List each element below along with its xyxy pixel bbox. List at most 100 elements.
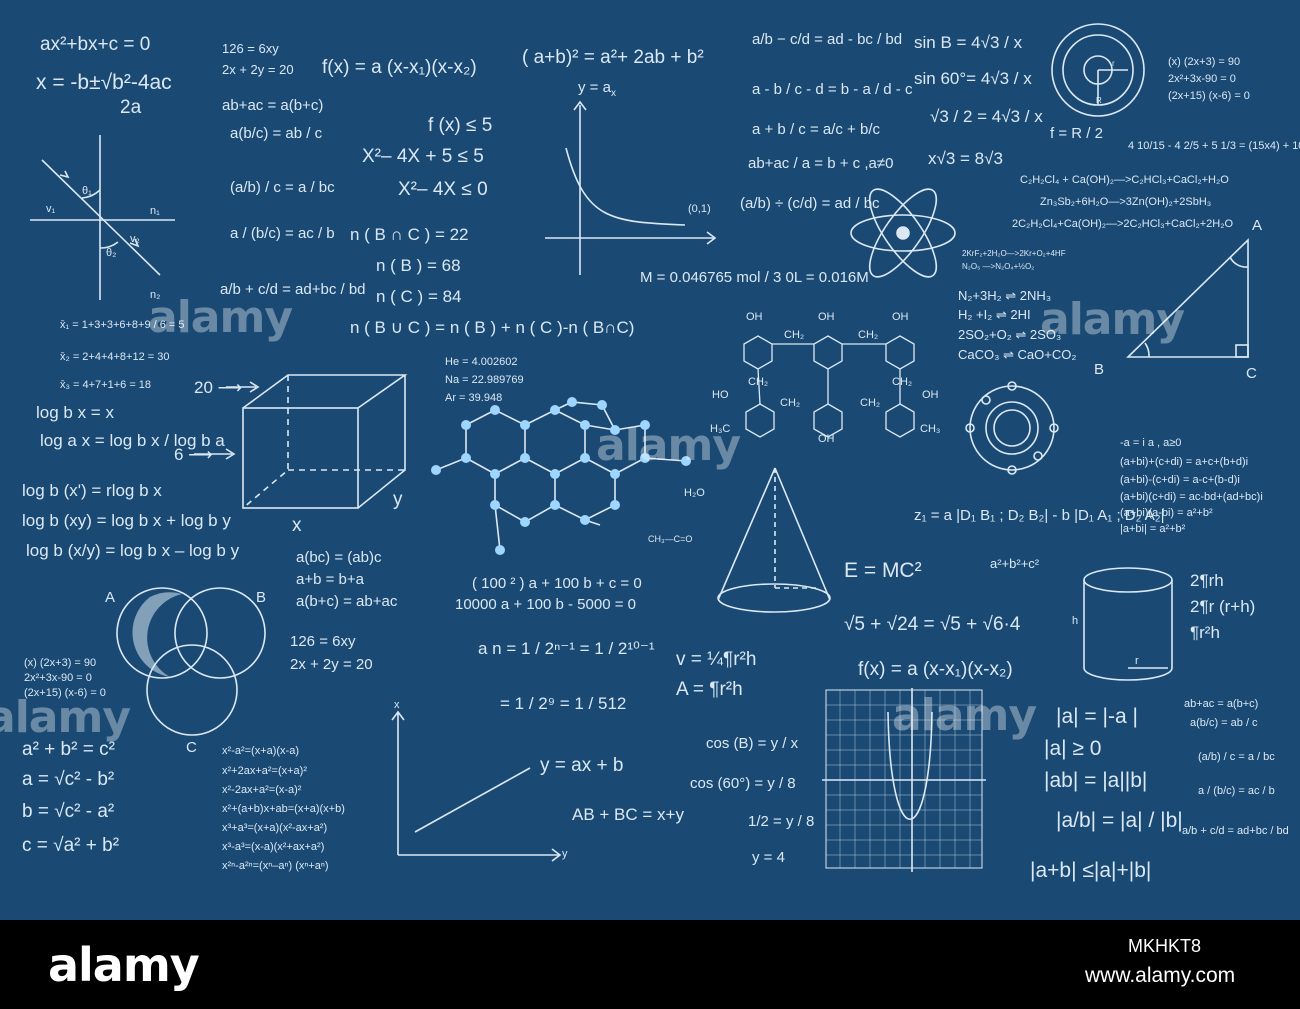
graph-axis-y: y — [562, 848, 568, 860]
divide-fraction-2: a / (b/c) = ac / b — [230, 225, 335, 242]
sin-b: sin B = 4√3 / x — [914, 33, 1023, 52]
quadratic-equation: ax²+bx+c = 0 — [40, 34, 151, 55]
sequence-1: a n = 1 / 2ⁿ⁻¹ = 1 / 2¹⁰⁻¹ — [478, 639, 655, 658]
log-rule-5: log b (x/y) = log b x – log b y — [26, 541, 240, 560]
mol-ch2-4: CH₂ — [892, 376, 913, 388]
log-rule-3: log b (x') = rlog b x — [22, 481, 162, 500]
inequality-3: X²– 4X ≤ 0 — [398, 179, 488, 200]
right-rule-4: a / (b/c) = ac / b — [1198, 785, 1275, 797]
decay-graph — [545, 100, 717, 275]
fraction-rule-2: a - b / c - d = b - a / d - c — [752, 81, 913, 98]
chalkboard-background: ax²+bx+c = 0 x = -b±√b²-4ac 2a 126 = 6xy… — [0, 0, 1300, 920]
pythagoras-3: b = √c² - a² — [22, 801, 115, 822]
system-eq-2: 2x + 2y = 20 — [222, 62, 294, 77]
distributive-law: ab+ac = a(b+c) — [222, 97, 324, 114]
mol-oh-5: OH — [922, 389, 939, 401]
helium-mass: He = 4.002602 — [445, 356, 518, 368]
fraction-rule-5: (a/b) ÷ (c/d) = ad / bc — [740, 195, 880, 212]
decay-label: y = ax — [578, 79, 616, 99]
poly-step-4: (x) (2x+3) = 90 — [24, 657, 97, 669]
f-r-over-2: f = R / 2 — [1050, 125, 1103, 142]
poly-step-1: (x) (2x+3) = 90 — [1168, 56, 1241, 68]
multiply-fraction: a(b/c) = ab / c — [230, 125, 323, 142]
assoc-1: a(bc) = (ab)c — [296, 549, 382, 566]
determinant-denominator: a²+b²+c² — [990, 556, 1040, 571]
mol-oh-1: OH — [746, 311, 763, 323]
divide-fraction-1: (a/b) / c = a / bc — [230, 179, 335, 196]
mol-ch3: CH₃ — [920, 423, 941, 435]
mol-ho: HO — [712, 389, 729, 401]
mol-oh-3: OH — [892, 311, 909, 323]
footer-url[interactable]: www.alamy.com — [1085, 964, 1235, 988]
sodium-mass: Na = 22.989769 — [445, 374, 524, 386]
log-rule-1: log b x = x — [36, 403, 114, 422]
hexagon-molecule — [743, 335, 915, 438]
fraction-rule-1: a/b − c/d = ad - bc / bd — [752, 31, 903, 48]
mixed-fraction: 4 10/15 - 4 2/5 + 5 1/3 = (15x4) + 10 / … — [1128, 140, 1300, 152]
right-rule-5: a/b + c/d = ad+bc / bd — [1182, 825, 1289, 837]
cube-label-20: 20 ⟶ — [194, 378, 243, 397]
cylinder-lateral: 2¶rh — [1190, 571, 1224, 590]
molarity: M = 0.046765 mol / 3 0L = 0.016M — [640, 269, 869, 286]
system-eq-1: 126 = 6xy — [222, 41, 279, 56]
system-eq-4: 2x + 2y = 20 — [290, 656, 373, 673]
stock-footer-bar: alamy MKHKT8 www.alamy.com — [0, 920, 1300, 1009]
chem-eq-1: C₂H₂Cl₄ + Ca(OH)₂—>C₂HCl₃+CaCl₂+H₂O — [1020, 174, 1229, 186]
factor-6: x³-a³=(x-a)(x²+ax+a²) — [222, 841, 325, 853]
root-form: f(x) = a (x-x₁)(x-x₂) — [322, 57, 477, 78]
quadratic-formula: x = -b±√b²-4ac — [36, 71, 172, 94]
cone-volume: v = ¼¶r²h — [676, 649, 757, 670]
refraction-v2: v₂ — [130, 233, 140, 245]
factor-5: x³+a³=(x+a)(x²-ax+a²) — [222, 822, 328, 834]
refraction-theta2: θ₂ — [106, 247, 117, 259]
electron-shells — [965, 381, 1059, 475]
mol-oh-2: OH — [818, 311, 835, 323]
equilibrium-1: N₂+3H₂ ⇌ 2NH₃ — [958, 288, 1052, 303]
cylinder-h: h — [1072, 615, 1079, 627]
image-id: MKHKT8 — [1128, 936, 1202, 956]
binomial-square: ( a+b)² = a²+ 2ab + b² — [522, 47, 704, 68]
watermark: alamy — [892, 690, 1037, 741]
poly-step-2: 2x²+3x-90 = 0 — [1168, 73, 1236, 85]
cylinder-volume: ¶r²h — [1190, 623, 1220, 642]
h100-eq-2: 10000 a + 100 b - 5000 = 0 — [455, 596, 636, 613]
h100-eq-1: ( 100 ² ) a + 100 b + c = 0 — [472, 575, 642, 592]
set-b: n ( B ) = 68 — [376, 256, 461, 275]
venn-c: C — [186, 739, 197, 756]
cube-label-y: y — [393, 489, 403, 510]
log-rule-4: log b (xy) = log b x + log b y — [22, 511, 231, 530]
circle-small-r: r — [1112, 59, 1115, 68]
triangle-c: C — [1246, 365, 1257, 382]
root-form-2: f(x) = a (x-x₁)(x-x₂) — [858, 659, 1013, 680]
venn-a: A — [105, 589, 116, 606]
mol-ch2-3: CH₂ — [748, 376, 769, 388]
half-ratio: 1/2 = y / 8 — [748, 813, 815, 830]
fraction-rule-4: ab+ac / a = b + c ,a≠0 — [748, 155, 894, 172]
refraction-v1: v₁ — [46, 203, 56, 215]
decay-point: (0,1) — [688, 203, 711, 215]
refraction-diagram — [30, 135, 175, 300]
footer-logo[interactable]: alamy — [48, 938, 200, 992]
cos-60: cos (60°) = y / 8 — [690, 775, 796, 792]
abs-rule-1: |a| = |-a | — [1056, 705, 1138, 728]
pythagoras-2: a = √c² - b² — [22, 769, 115, 790]
argon-mass: Ar = 39.948 — [445, 392, 503, 404]
mol-ch2-6: CH₂ — [860, 397, 881, 409]
carbonyl-label: CH₃—C=O — [648, 534, 693, 544]
set-c: n ( C ) = 84 — [376, 287, 462, 306]
linear-equation: y = ax + b — [540, 755, 624, 776]
right-rule-1: ab+ac = a(b+c) — [1184, 698, 1259, 710]
mean-2: x̄₂ = 2+4+4+8+12 = 30 — [60, 351, 170, 363]
mol-ch2-5: CH₂ — [780, 397, 801, 409]
log-rule-2: log a x = log b x / log b a — [40, 431, 225, 450]
chem-eq-5: N₂O₅ —>N₂O₄+½O₂ — [962, 262, 1035, 271]
cylinder-surface: 2¶r (r+h) — [1190, 597, 1256, 616]
mean-3: x̄₃ = 4+7+1+6 = 18 — [60, 379, 152, 391]
y-equals-4: y = 4 — [752, 849, 785, 866]
venn-b: B — [256, 589, 267, 606]
right-rule-2: a(b/c) = ab / c — [1190, 717, 1258, 729]
complex-1: -a = i a , a≥0 — [1120, 437, 1182, 449]
abs-rule-4: |a/b| = |a| / |b| — [1056, 809, 1183, 832]
water-label: H₂O — [684, 487, 705, 499]
mass-energy: E = MC² — [844, 559, 922, 582]
